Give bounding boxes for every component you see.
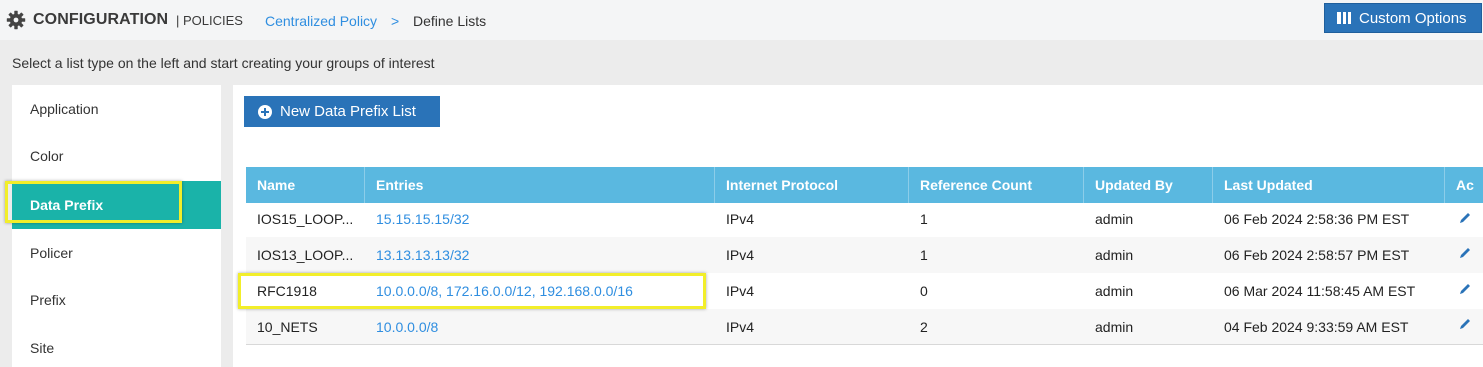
new-data-prefix-list-button[interactable]: New Data Prefix List — [244, 96, 440, 127]
list-type-sidebar: Application Color Data Prefix Policer Pr… — [12, 85, 221, 367]
cell-updated-by: admin — [1095, 319, 1134, 335]
table-row: IOS15_LOOP... 15.15.15.15/32 IPv4 1 admi… — [246, 201, 1483, 237]
cell-last-updated: 04 Feb 2024 9:33:59 AM EST — [1224, 319, 1409, 335]
pencil-icon[interactable] — [1458, 282, 1472, 296]
cell-entries[interactable]: 10.0.0.0/8 — [365, 309, 715, 345]
pencil-icon[interactable] — [1458, 317, 1472, 331]
column-header-last-updated[interactable]: Last Updated — [1213, 167, 1445, 203]
cell-protocol: IPv4 — [726, 247, 755, 263]
pencil-icon[interactable] — [1458, 246, 1472, 260]
sidebar-item-label: Application — [30, 101, 99, 117]
column-header-reference-count[interactable]: Reference Count — [909, 167, 1084, 203]
cell-entries[interactable]: 15.15.15.15/32 — [365, 201, 715, 237]
gear-icon — [6, 10, 26, 30]
cell-protocol: IPv4 — [726, 211, 755, 227]
cell-name: IOS13_LOOP... — [257, 247, 354, 263]
cell-last-updated: 06 Feb 2024 2:58:57 PM EST — [1224, 247, 1410, 263]
page-subtitle: | POLICIES — [176, 13, 243, 28]
custom-options-button[interactable]: Custom Options — [1324, 3, 1482, 33]
table-row: 10_NETS 10.0.0.0/8 IPv4 2 admin 04 Feb 2… — [246, 309, 1483, 345]
sidebar-item-label: Color — [30, 148, 64, 164]
cell-last-updated: 06 Feb 2024 2:58:36 PM EST — [1224, 211, 1410, 227]
cell-name: IOS15_LOOP... — [257, 211, 354, 227]
table-bottom-border — [246, 344, 1483, 345]
sidebar-item-site[interactable]: Site — [12, 324, 221, 367]
cell-reference-count: 2 — [920, 319, 928, 335]
cell-updated-by: admin — [1095, 247, 1134, 263]
cell-entries[interactable]: 10.0.0.0/8, 172.16.0.0/12, 192.168.0.0/1… — [365, 273, 715, 309]
table-row: RFC1918 10.0.0.0/8, 172.16.0.0/12, 192.1… — [246, 273, 1483, 309]
column-header-name[interactable]: Name — [246, 167, 365, 203]
cell-protocol: IPv4 — [726, 319, 755, 335]
column-header-action[interactable]: Ac — [1445, 167, 1483, 203]
cell-last-updated: 06 Mar 2024 11:58:45 AM EST — [1224, 283, 1416, 299]
page-title: CONFIGURATION — [33, 11, 169, 28]
cell-reference-count: 1 — [920, 211, 928, 227]
sidebar-item-label: Data Prefix — [30, 197, 104, 213]
sidebar-item-label: Prefix — [30, 292, 66, 308]
column-header-internet-protocol[interactable]: Internet Protocol — [715, 167, 909, 203]
breadcrumb-separator: > — [391, 13, 400, 29]
table-row: IOS13_LOOP... 13.13.13.13/32 IPv4 1 admi… — [246, 237, 1483, 273]
sidebar-item-application[interactable]: Application — [12, 85, 221, 133]
cell-entries[interactable]: 13.13.13.13/32 — [365, 237, 715, 273]
sidebar-item-label: Site — [30, 340, 55, 356]
sidebar-item-label: Policer — [30, 245, 73, 261]
cell-updated-by: admin — [1095, 211, 1134, 227]
cell-updated-by: admin — [1095, 283, 1134, 299]
cell-name: RFC1918 — [257, 283, 317, 299]
sidebar-item-color[interactable]: Color — [12, 132, 221, 180]
column-header-updated-by[interactable]: Updated By — [1084, 167, 1213, 203]
grid-icon — [1337, 12, 1351, 24]
custom-options-label: Custom Options — [1359, 9, 1467, 27]
sidebar-item-prefix[interactable]: Prefix — [12, 276, 221, 324]
table-header: Name Entries Internet Protocol Reference… — [246, 167, 1483, 203]
cell-protocol: IPv4 — [726, 283, 755, 299]
cell-reference-count: 1 — [920, 247, 928, 263]
cell-reference-count: 0 — [920, 283, 928, 299]
instruction-text: Select a list type on the left and start… — [12, 55, 435, 71]
plus-circle-icon — [258, 104, 272, 119]
breadcrumb-centralized-policy[interactable]: Centralized Policy — [265, 13, 377, 29]
sidebar-item-data-prefix[interactable]: Data Prefix — [12, 181, 221, 229]
sidebar-item-policer[interactable]: Policer — [12, 229, 221, 277]
cell-name: 10_NETS — [257, 319, 318, 335]
pencil-icon[interactable] — [1458, 211, 1472, 225]
breadcrumb-current: Define Lists — [413, 13, 487, 29]
column-header-entries[interactable]: Entries — [365, 167, 715, 203]
new-button-label: New Data Prefix List — [280, 103, 416, 120]
